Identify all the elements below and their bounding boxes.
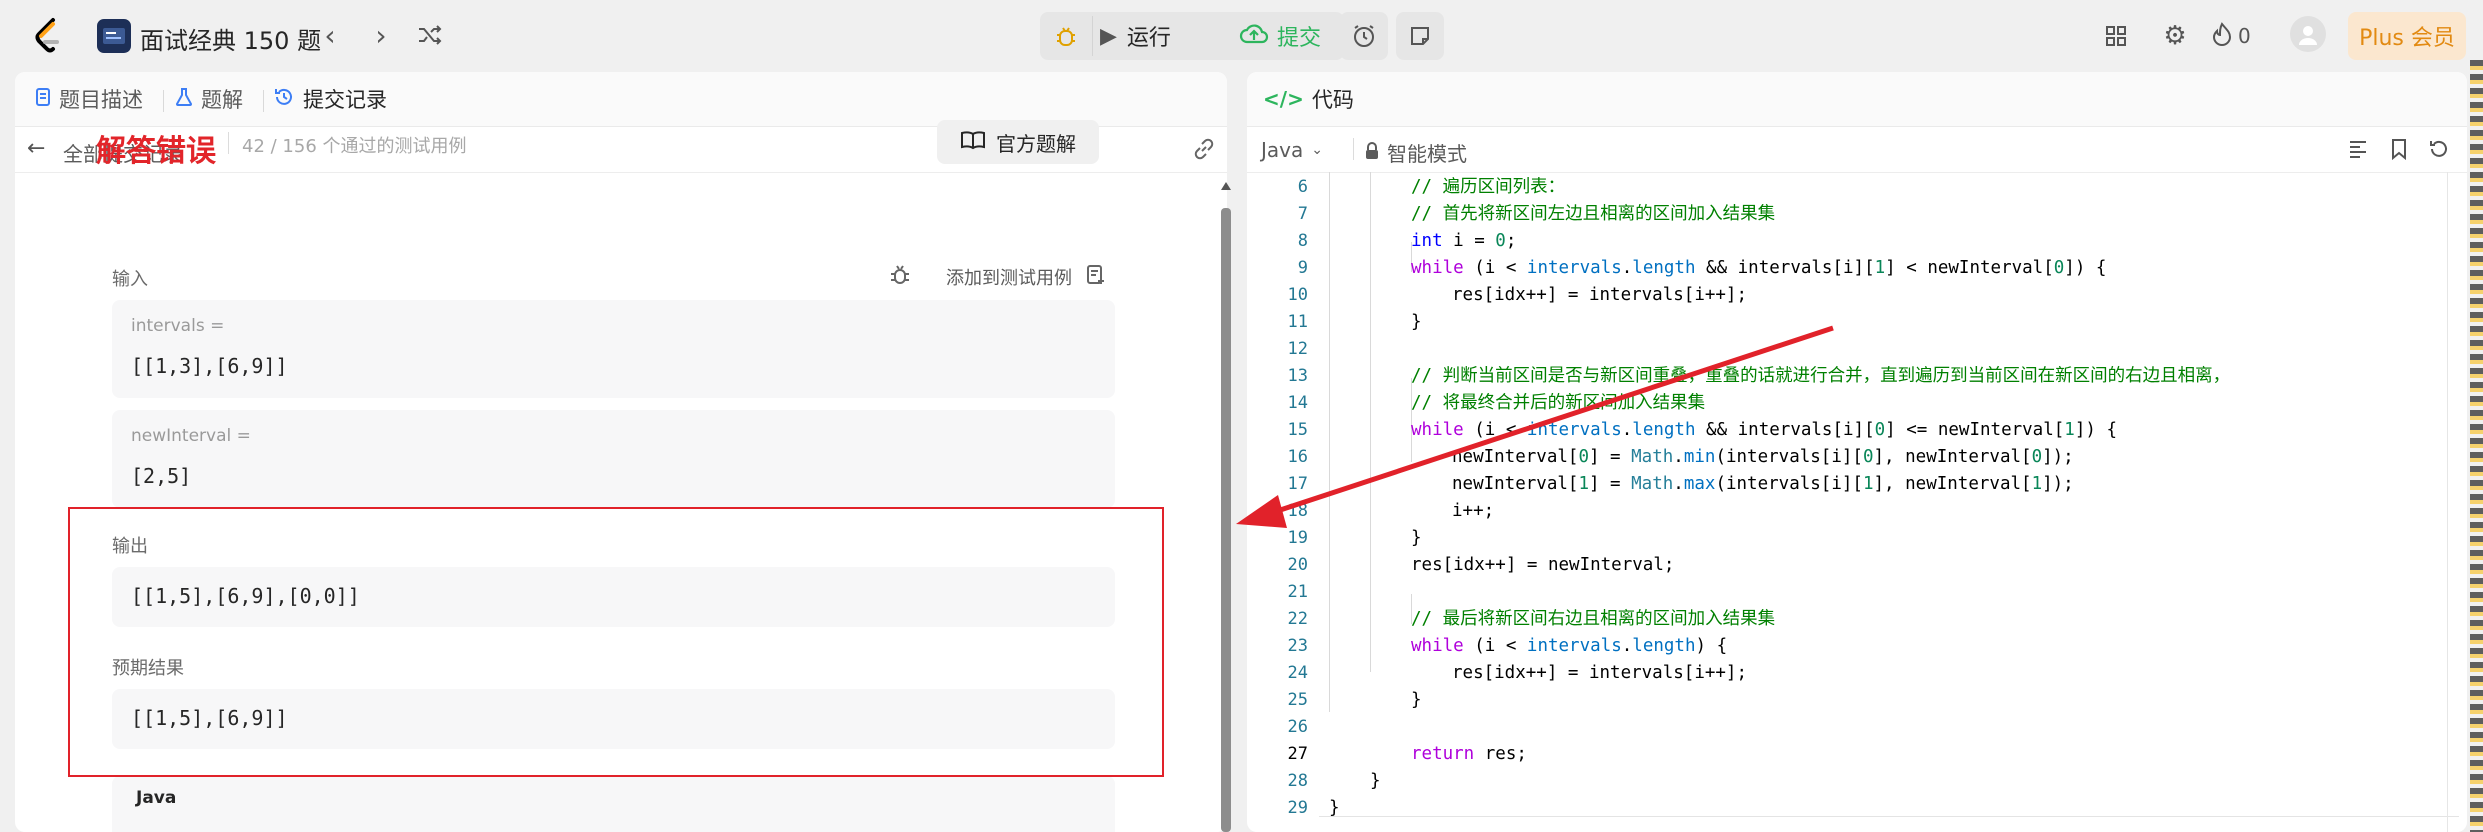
annotation-arrow (1236, 325, 1834, 528)
